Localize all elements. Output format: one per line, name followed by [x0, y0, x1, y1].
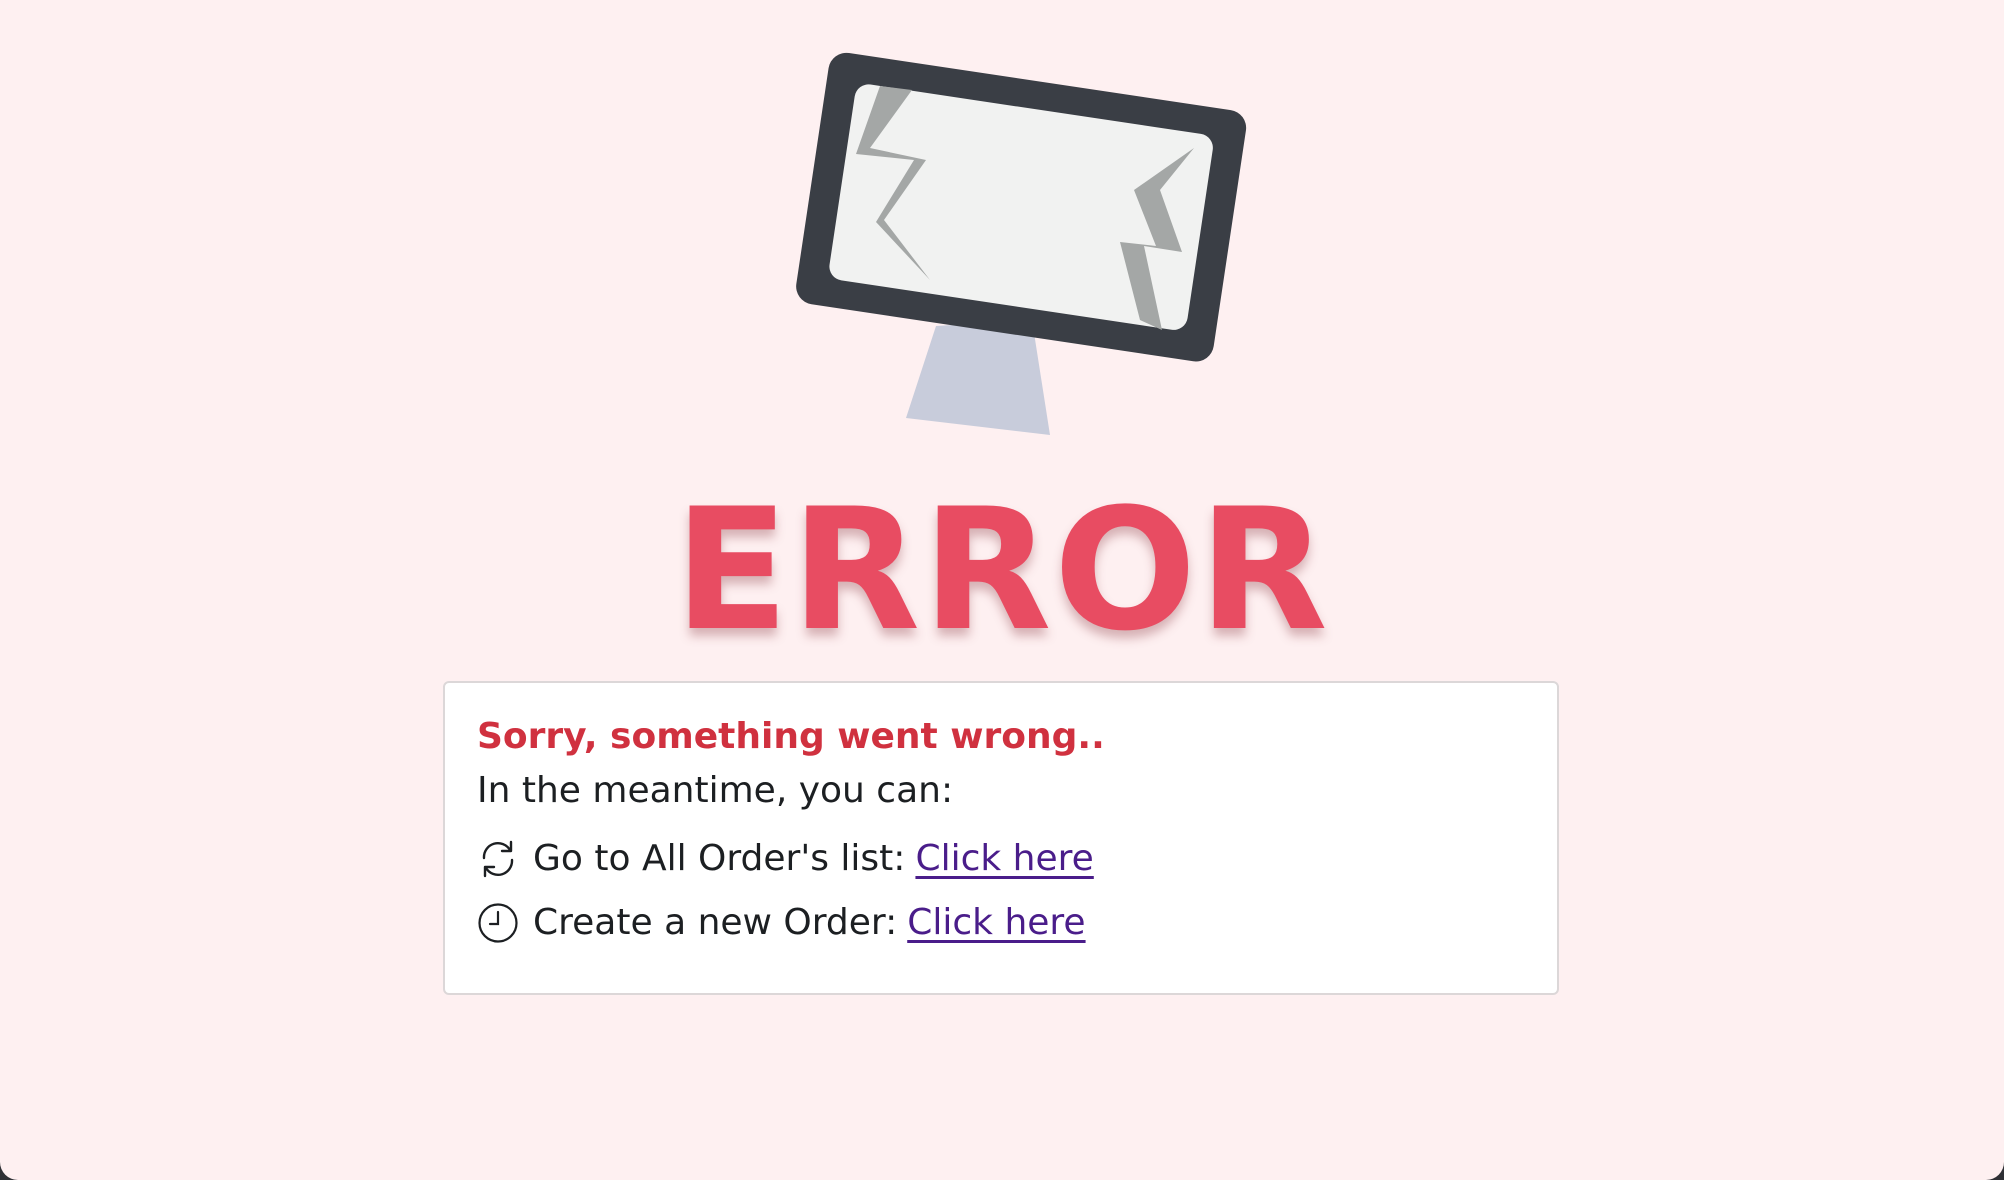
monitor-stand [906, 320, 1050, 435]
go-to-orders-link[interactable]: Click here [915, 835, 1093, 883]
option-create-order: Create a new Order: Click here [477, 899, 1086, 947]
error-title: ERROR [674, 472, 1330, 668]
error-page: ERROR Sorry, something went wrong.. In t… [0, 0, 2004, 1180]
error-message-card: Sorry, something went wrong.. In the mea… [443, 681, 1559, 995]
refresh-icon [477, 838, 519, 880]
clock-icon [477, 902, 519, 944]
create-order-link[interactable]: Click here [907, 899, 1085, 947]
broken-monitor-illustration [760, 30, 1280, 450]
option-label: Create a new Order: [533, 902, 898, 943]
option-go-to-orders: Go to All Order's list: Click here [477, 835, 1094, 883]
error-heading: Sorry, something went wrong.. [477, 716, 1105, 757]
error-subheading: In the meantime, you can: [477, 770, 954, 811]
option-label: Go to All Order's list: [533, 838, 906, 879]
